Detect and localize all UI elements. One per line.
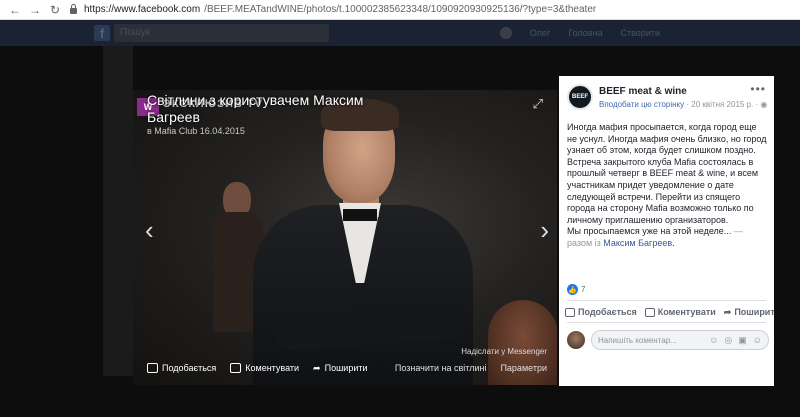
photo-share-button[interactable]: ➦ Поширити (313, 363, 367, 374)
photo-comment-label: Коментувати (245, 363, 300, 373)
lock-icon (70, 4, 77, 14)
emoji-icon[interactable]: ☺ (709, 335, 718, 346)
header-links: Олег Головна Створити (499, 27, 661, 39)
globe-icon: ◉ (760, 100, 768, 109)
forward-icon[interactable]: → (28, 3, 42, 17)
page-logo[interactable]: BEEF (567, 84, 593, 110)
photo-like-label: Подобається (162, 363, 217, 373)
photo-share-label: Поширити (324, 363, 368, 373)
options-link[interactable]: Параметри (500, 363, 547, 373)
dimmed-feed (103, 46, 133, 376)
sticker-icon[interactable]: ☺ (753, 335, 762, 346)
photo-action-bar: Подобається Коментувати ➦ Поширити Позна… (133, 356, 557, 380)
tag-photo-link[interactable]: Позначити на світлині (395, 363, 487, 373)
tagged-person-link[interactable]: Максим Багреев (603, 238, 672, 248)
comment-icon (644, 307, 655, 317)
chevron-left-icon[interactable]: ‹ (145, 215, 154, 246)
share-icon: ➦ (723, 306, 732, 317)
post-with-suffix: . (672, 237, 675, 248)
comment-input[interactable]: Напишіть коментар... ☺ ◎ ▣ ☺ (591, 330, 769, 350)
url-path: /BEEF.MEATandWINE/photos/t.1000023856233… (204, 4, 597, 15)
url-host: https://www.facebook.com (84, 4, 201, 15)
dimmed-right (774, 46, 800, 417)
browser-nav: ← → ↻ (0, 3, 70, 17)
post-actions: Подобається Коментувати ➦ Поширити (565, 306, 780, 318)
address-bar[interactable]: https://www.facebook.com/BEEF.MEATandWIN… (70, 4, 596, 15)
like-button[interactable]: Подобається (565, 307, 637, 317)
thumbs-up-icon (147, 363, 158, 373)
more-dots-icon[interactable]: ••• (750, 82, 766, 96)
chevron-right-icon[interactable]: › (540, 215, 549, 246)
like-reaction-icon: 👍 (567, 284, 578, 295)
gif-icon[interactable]: ▣ (738, 335, 747, 346)
reload-icon[interactable]: ↻ (48, 3, 62, 17)
share-icon: ➦ (313, 362, 321, 373)
page-name[interactable]: BEEF meat & wine (599, 86, 767, 97)
post-meta: Вподобати цю сторінку · 20 квітня 2015 р… (599, 100, 768, 109)
divider (567, 300, 766, 301)
post-header: BEEF BEEF meat & wine Вподобати цю сторі… (567, 84, 767, 110)
photo-viewer[interactable]: W ЭКСКЛЮЗИВ TV Світлини з користувачем М… (133, 90, 557, 385)
camera-icon[interactable]: ◎ (724, 335, 732, 346)
comment-button[interactable]: Коментувати (644, 307, 716, 317)
search-input[interactable]: Пошук (114, 24, 329, 42)
photo-options: Позначити на світлині Параметри (395, 363, 547, 373)
header-link-create[interactable]: Створити (621, 28, 661, 38)
post-panel: BEEF BEEF meat & wine Вподобати цю сторі… (559, 76, 780, 386)
expand-icon[interactable]: ⤢ (533, 96, 543, 112)
post-body: Иногда мафия просыпается, когда город ещ… (567, 122, 769, 250)
avatar[interactable] (567, 331, 585, 349)
thumbs-up-icon (565, 307, 575, 317)
photo-like-button[interactable]: Подобається (147, 363, 216, 373)
photo-comment-button[interactable]: Коментувати (230, 363, 299, 373)
post-body-last: Мы просыпаемся уже на этой неделе... (567, 226, 732, 237)
browser-toolbar: ← → ↻ https://www.facebook.com/BEEF.MEAT… (0, 0, 800, 20)
facebook-header: f Пошук Олег Головна Створити (0, 20, 800, 46)
send-in-messenger-link[interactable]: Надіслати у Messenger (461, 347, 547, 356)
share-button[interactable]: ➦ Поширити (724, 307, 781, 318)
post-date[interactable]: 20 квітня 2015 р. (691, 100, 753, 109)
comment-label: Коментувати (657, 307, 716, 317)
like-label: Подобається (578, 307, 637, 317)
likes-summary[interactable]: 👍 7 (567, 284, 585, 295)
header-link-home[interactable]: Головна (568, 28, 602, 38)
comment-composer: Напишіть коментар... ☺ ◎ ▣ ☺ (567, 330, 769, 350)
photo-title[interactable]: Світлини з користувачем Максим Багреев (147, 92, 377, 126)
photo-subtitle[interactable]: в Mafia Club 16.04.2015 (147, 126, 245, 136)
comment-placeholder: Напишіть коментар... (598, 335, 677, 345)
likes-count: 7 (581, 285, 586, 294)
like-page-link[interactable]: Вподобати цю сторінку (599, 100, 684, 109)
divider (567, 322, 766, 323)
header-link-profile[interactable]: Олег (530, 28, 550, 38)
back-icon[interactable]: ← (8, 3, 22, 17)
facebook-logo-icon[interactable]: f (94, 25, 110, 41)
comment-tools: ☺ ◎ ▣ ☺ (709, 335, 762, 346)
comment-icon (230, 363, 242, 373)
post-body-text: Иногда мафия просыпается, когда город ещ… (567, 122, 767, 225)
avatar[interactable] (499, 27, 512, 39)
